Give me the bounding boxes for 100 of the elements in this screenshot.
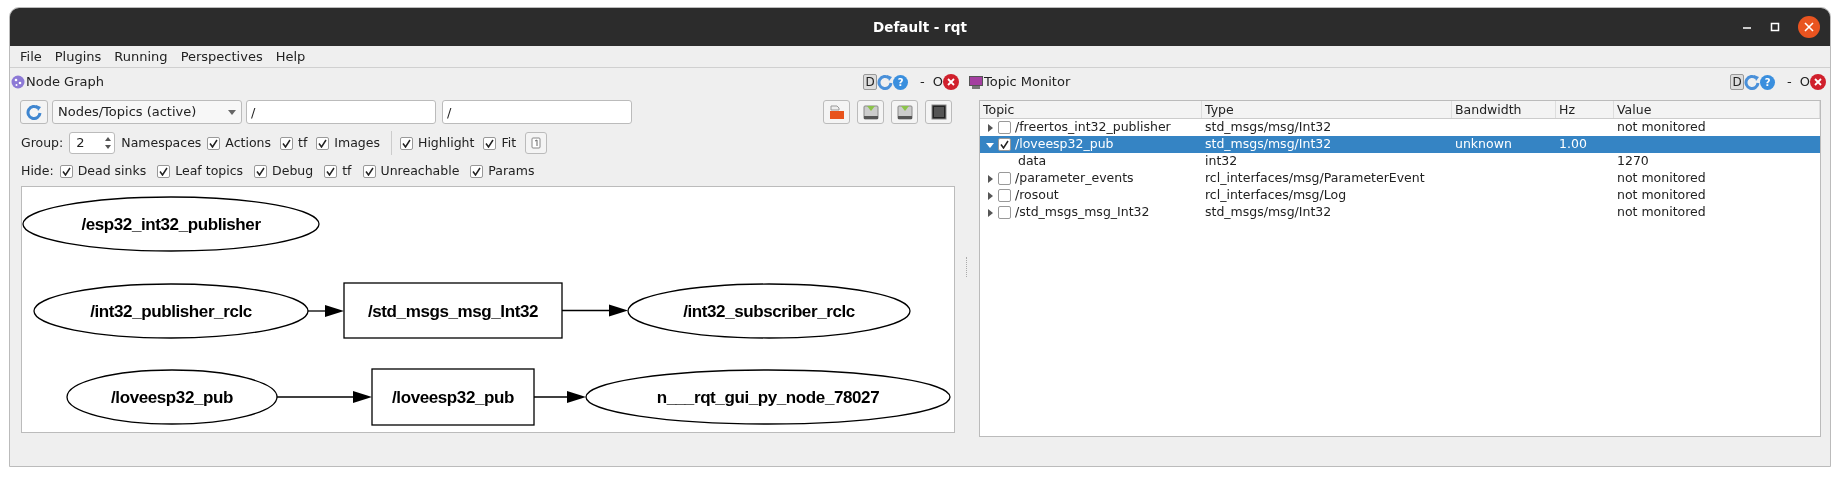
table-cell: std_msgs/msg/Int32 — [1205, 135, 1332, 154]
table-cell: std_msgs/msg/Int32 — [1205, 203, 1332, 222]
checkbox-label[interactable]: Images — [334, 133, 380, 153]
table-cell: not monitored — [1617, 203, 1706, 222]
checkbox[interactable] — [400, 136, 413, 150]
minimize-button[interactable]: - — [920, 72, 925, 92]
topic-node: /std_msgs_msg_Int32 — [343, 282, 563, 339]
checkbox[interactable] — [998, 138, 1011, 151]
screenshot-button[interactable] — [925, 100, 952, 124]
table-cell: rcl_interfaces/msg/Log — [1205, 186, 1347, 205]
checkbox[interactable] — [483, 136, 497, 150]
mode-dropdown[interactable]: Nodes/Topics (active) — [52, 100, 242, 124]
checkbox-label[interactable]: Debug — [272, 161, 314, 181]
table-cell: std_msgs/msg/Int32 — [1205, 118, 1332, 137]
graph-icon — [11, 75, 25, 89]
checkbox[interactable] — [280, 136, 293, 150]
expand-arrow-icon[interactable] — [986, 174, 994, 183]
tree-row[interactable]: /parameter_events rcl_interfaces/msg/ParameterEvent not monitored — [980, 170, 1820, 187]
tree-row[interactable]: data int32 1270 — [980, 153, 1820, 170]
table-cell: rcl_interfaces/msg/ParameterEvent — [1205, 169, 1425, 188]
download-tray-icon — [861, 103, 880, 121]
checkbox-label[interactable]: tf — [342, 161, 352, 181]
monitor-icon — [969, 75, 983, 89]
table-cell: not monitored — [1617, 169, 1706, 188]
checkbox[interactable] — [470, 164, 484, 178]
load-button[interactable] — [823, 100, 850, 124]
save-button[interactable] — [891, 100, 918, 124]
checkbox-label[interactable]: Highlight — [418, 133, 475, 153]
download-tray-icon — [895, 103, 914, 121]
table-cell: /freertos_int32_publisher — [1015, 118, 1171, 137]
menu-item[interactable]: Plugins — [54, 46, 102, 67]
checkbox-label[interactable]: Unreachable — [380, 161, 460, 181]
hide-label: Hide: — [21, 161, 54, 180]
refresh-button[interactable] — [20, 100, 48, 124]
checkbox-label[interactable]: Leaf topics — [175, 161, 244, 181]
checkbox[interactable] — [362, 164, 376, 178]
dock-button[interactable]: D — [863, 74, 878, 90]
menu-item[interactable]: Running — [114, 46, 168, 67]
tree-row[interactable]: /loveesp32_pub std_msgs/msg/Int32 unknown 1.00 — [980, 136, 1820, 153]
graph-node: /int32_publisher_rclc — [33, 283, 309, 339]
panel-title: Node Graph — [26, 73, 104, 92]
table-cell: /loveesp32_pub — [1015, 135, 1114, 154]
table-cell: not monitored — [1617, 118, 1706, 137]
tree-row[interactable]: /std_msgs_msg_Int32 std_msgs/msg/Int32 not monitored — [980, 204, 1820, 221]
checkbox-label[interactable]: Fit — [501, 133, 517, 153]
checkbox[interactable] — [998, 121, 1011, 134]
checkbox[interactable] — [316, 136, 330, 150]
checkbox[interactable] — [254, 164, 268, 178]
tree-row[interactable]: /freertos_int32_publisher std_msgs/msg/Int32 not monitored — [980, 119, 1820, 136]
graph-node: n___rqt_gui_py_node_78027 — [585, 369, 951, 425]
checkbox-label[interactable]: Params — [488, 161, 535, 181]
expand-arrow-icon[interactable] — [986, 191, 994, 200]
column-header[interactable]: Value — [1614, 101, 1820, 118]
table-cell: /rosout — [1015, 186, 1059, 205]
menu-item[interactable]: Help — [275, 46, 306, 67]
tree-row[interactable]: /rosout rcl_interfaces/msg/Log not monitored — [980, 187, 1820, 204]
topic-filter-field[interactable]: / — [442, 100, 632, 124]
refresh-icon — [26, 104, 42, 120]
folder-icon — [827, 103, 846, 121]
edge-arrow — [307, 305, 344, 317]
checkbox[interactable] — [157, 164, 171, 178]
graph-node: /int32_subscriber_rclc — [627, 283, 911, 339]
checkbox-label[interactable]: Dead sinks — [77, 161, 147, 181]
menu-item[interactable]: File — [20, 46, 42, 67]
refresh-icon[interactable] — [877, 74, 894, 90]
graph-node: /loveesp32_pub — [66, 369, 278, 425]
expand-arrow-icon[interactable] — [986, 123, 994, 132]
menu-item[interactable]: Perspectives — [180, 46, 263, 67]
table-cell: /std_msgs_msg_Int32 — [1015, 203, 1150, 222]
checkbox[interactable] — [324, 164, 338, 178]
checkbox-label[interactable]: Actions — [225, 133, 271, 153]
node-filter-field[interactable]: / — [246, 100, 436, 124]
table-cell: int32 — [1205, 152, 1238, 171]
column-header[interactable]: Hz — [1556, 101, 1614, 118]
column-header[interactable]: Topic — [980, 101, 1202, 118]
maximize-icon[interactable] — [1770, 22, 1780, 32]
panel-title: Topic Monitor — [984, 73, 1071, 92]
checkbox[interactable] — [998, 189, 1011, 202]
checkbox[interactable] — [998, 206, 1011, 219]
checkbox[interactable] — [998, 172, 1011, 185]
page-icon — [531, 137, 542, 149]
checkbox-label[interactable]: tf — [298, 133, 308, 153]
window-title: Default - rqt — [873, 17, 967, 37]
refresh-icon[interactable] — [1744, 74, 1761, 90]
dock-button[interactable]: D — [1730, 74, 1745, 90]
table-cell: not monitored — [1617, 186, 1706, 205]
minimize-button[interactable]: - — [1787, 72, 1792, 92]
spin-arrows-icon[interactable] — [104, 136, 113, 150]
column-header[interactable]: Type — [1202, 101, 1452, 118]
save-button[interactable] — [857, 100, 884, 124]
edge-arrow — [533, 391, 586, 403]
group-spinbox[interactable]: 2 — [69, 132, 116, 154]
float-button[interactable]: O — [1799, 72, 1810, 92]
expand-arrow-icon[interactable] — [986, 208, 994, 217]
checkbox[interactable] — [59, 164, 73, 178]
column-header[interactable]: Bandwidth — [1452, 101, 1556, 118]
close-icon[interactable] — [1798, 16, 1820, 38]
expand-arrow-icon[interactable] — [986, 140, 994, 149]
checkbox[interactable] — [207, 136, 221, 150]
float-button[interactable]: O — [932, 72, 943, 92]
